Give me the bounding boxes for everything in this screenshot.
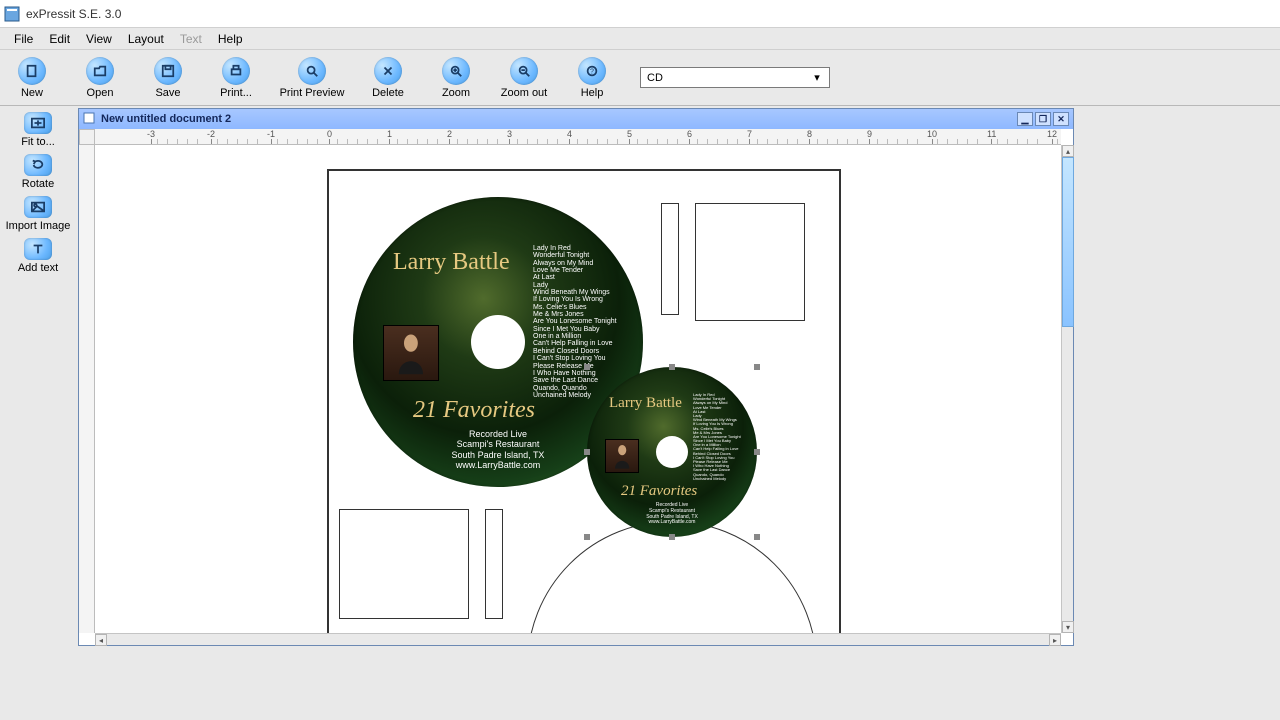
add-text-button[interactable]: Add text (4, 238, 72, 274)
minimize-icon[interactable]: ▁ (1017, 112, 1033, 126)
template-combo[interactable]: CD ▾ (640, 67, 830, 88)
import-image-button[interactable]: Import Image (4, 196, 72, 232)
vertical-ruler (79, 145, 95, 633)
window-titlebar: exPressit S.E. 3.0 (0, 0, 1280, 28)
scroll-right-icon[interactable]: ▸ (1049, 634, 1061, 646)
rotate-button[interactable]: Rotate (4, 154, 72, 190)
template-rect (485, 509, 503, 619)
cd-label-small[interactable]: Larry Battle 21 Favorites Lady In RedWon… (587, 367, 757, 537)
scroll-down-icon[interactable]: ▾ (1062, 621, 1074, 633)
delete-button[interactable]: Delete (360, 57, 416, 99)
menu-help[interactable]: Help (210, 30, 251, 48)
print-icon (222, 57, 250, 85)
selection-handle[interactable] (754, 534, 760, 540)
cd-artist: Larry Battle (393, 249, 510, 276)
fit-icon (24, 112, 52, 134)
template-rect (695, 203, 805, 321)
help-icon: ? (578, 57, 606, 85)
document-title: New untitled document 2 (101, 113, 231, 125)
fit-to-button[interactable]: Fit to... (4, 112, 72, 148)
zoom-out-button[interactable]: Zoom out (496, 57, 552, 99)
scroll-up-icon[interactable]: ▴ (1062, 145, 1074, 157)
window-title: exPressit S.E. 3.0 (26, 7, 121, 21)
scroll-thumb[interactable] (1062, 157, 1074, 327)
canvas[interactable]: Larry Battle 21 Favorites Lady In RedWon… (95, 145, 1061, 633)
save-button[interactable]: Save (140, 57, 196, 99)
ruler-corner (79, 129, 95, 145)
save-icon (154, 57, 182, 85)
folder-open-icon (86, 57, 114, 85)
chevron-down-icon: ▾ (809, 70, 825, 86)
selection-handle[interactable] (584, 534, 590, 540)
selection-handle[interactable] (669, 534, 675, 540)
cd-photo (605, 439, 639, 473)
workspace: Fit to... Rotate Import Image Add text N… (0, 106, 1280, 720)
doc-icon (83, 112, 95, 127)
combo-value: CD (647, 72, 663, 84)
selection-handle[interactable] (754, 364, 760, 370)
cd-album: 21 Favorites (621, 483, 697, 500)
rotate-icon (24, 154, 52, 176)
close-icon[interactable]: ✕ (1053, 112, 1069, 126)
selection-handle[interactable] (669, 364, 675, 370)
cd-tracklist: Lady In RedWonderful TonightAlways on My… (533, 245, 643, 399)
horizontal-ruler: -3-2-10123456789101112 (95, 129, 1061, 145)
print-button[interactable]: Print... (208, 57, 264, 99)
scroll-left-icon[interactable]: ◂ (95, 634, 107, 646)
svg-text:?: ? (590, 68, 594, 75)
image-import-icon (24, 196, 52, 218)
preview-icon (298, 57, 326, 85)
scroll-track[interactable] (107, 634, 1049, 646)
zoom-button[interactable]: Zoom (428, 57, 484, 99)
cd-photo (383, 325, 439, 381)
new-button[interactable]: New (4, 57, 60, 99)
document-window: New untitled document 2 ▁ ❐ ✕ -3-2-10123… (78, 108, 1074, 646)
template-rect (339, 509, 469, 619)
zoom-in-icon (442, 57, 470, 85)
menu-edit[interactable]: Edit (41, 30, 78, 48)
menu-file[interactable]: File (6, 30, 41, 48)
app-icon (4, 6, 20, 22)
help-button[interactable]: ? Help (564, 57, 620, 99)
zoom-out-icon (510, 57, 538, 85)
cd-tracklist: Lady In RedWonderful TonightAlways on My… (693, 393, 757, 481)
menu-bar: File Edit View Layout Text Help (0, 28, 1280, 50)
file-new-icon (18, 57, 46, 85)
template-rect (661, 203, 679, 315)
cd-artist: Larry Battle (609, 395, 682, 412)
document-titlebar[interactable]: New untitled document 2 ▁ ❐ ✕ (79, 109, 1073, 129)
selection-handle[interactable] (754, 449, 760, 455)
menu-layout[interactable]: Layout (120, 30, 172, 48)
menu-view[interactable]: View (78, 30, 120, 48)
vertical-scrollbar[interactable]: ▴ ▾ (1061, 145, 1073, 633)
open-button[interactable]: Open (72, 57, 128, 99)
cd-album: 21 Favorites (413, 397, 535, 424)
main-toolbar: New Open Save Print... Print Preview Del… (0, 50, 1280, 106)
horizontal-scrollbar[interactable]: ◂ ▸ (95, 633, 1061, 645)
cd-footer: Recorded Live Scampi's Restaurant South … (587, 503, 757, 526)
maximize-icon[interactable]: ❐ (1035, 112, 1051, 126)
print-preview-button[interactable]: Print Preview (276, 57, 348, 99)
text-icon (24, 238, 52, 260)
menu-text: Text (172, 30, 210, 48)
selection-handle[interactable] (584, 449, 590, 455)
side-toolbox: Fit to... Rotate Import Image Add text (0, 106, 76, 280)
delete-icon (374, 57, 402, 85)
selection-handle[interactable] (584, 364, 590, 370)
